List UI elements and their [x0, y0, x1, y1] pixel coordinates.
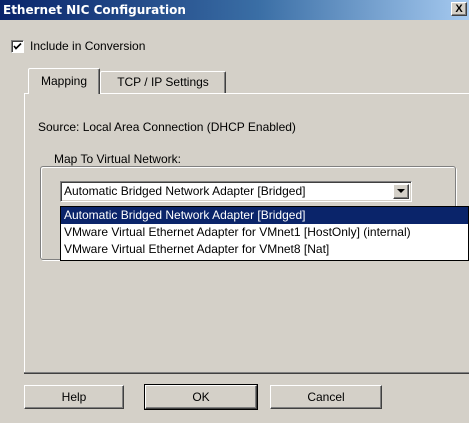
ok-button[interactable]: OK: [144, 384, 258, 410]
source-label: Source: Local Area Connection (DHCP Enab…: [38, 120, 296, 134]
cancel-button[interactable]: Cancel: [270, 385, 382, 409]
virtual-network-dropdown-list[interactable]: Automatic Bridged Network Adapter [Bridg…: [60, 206, 469, 261]
dropdown-arrow-icon: [397, 189, 405, 193]
tab-tcp-ip-settings[interactable]: TCP / IP Settings: [100, 71, 226, 93]
virtual-network-select[interactable]: Automatic Bridged Network Adapter [Bridg…: [60, 181, 412, 202]
dropdown-option-bridged[interactable]: Automatic Bridged Network Adapter [Bridg…: [61, 207, 468, 224]
dropdown-option-vmnet8[interactable]: VMware Virtual Ethernet Adapter for VMne…: [61, 241, 468, 258]
include-in-conversion-label: Include in Conversion: [30, 39, 146, 53]
title-bar[interactable]: Ethernet NIC Configuration: [0, 0, 469, 20]
map-to-virtual-network-label: Map To Virtual Network:: [50, 152, 185, 166]
window-title: Ethernet NIC Configuration: [3, 3, 186, 17]
include-in-conversion-checkbox[interactable]: [11, 39, 24, 53]
checkmark-icon: [13, 42, 22, 50]
tab-mapping[interactable]: Mapping: [28, 68, 100, 94]
tab-panel-border: [24, 372, 469, 374]
help-button[interactable]: Help: [24, 385, 124, 409]
include-in-conversion-row[interactable]: Include in Conversion: [11, 38, 145, 54]
close-button[interactable]: X: [451, 2, 467, 16]
virtual-network-selected: Automatic Bridged Network Adapter [Bridg…: [64, 184, 306, 198]
close-icon: X: [455, 3, 463, 15]
dropdown-option-vmnet1[interactable]: VMware Virtual Ethernet Adapter for VMne…: [61, 224, 468, 241]
dropdown-button[interactable]: [393, 184, 409, 199]
